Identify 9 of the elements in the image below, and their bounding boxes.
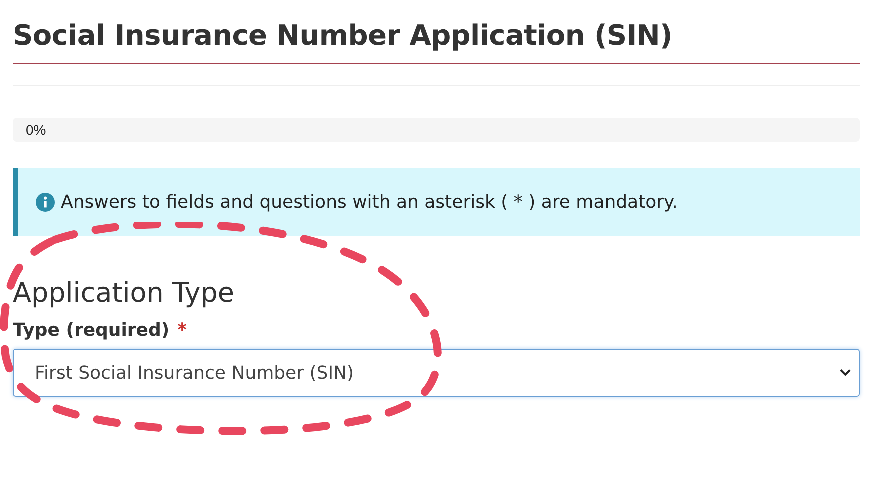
type-select[interactable]: First Social Insurance Number (SIN) [13,349,860,397]
field-label: Type (required) [13,320,170,341]
section-heading: Application Type [13,277,236,311]
alert-text: Answers to fields and questions with an asterisk ( * ) are mandatory. [61,192,678,212]
progress-reading: 0% [26,122,46,138]
page-title: Social Insurance Number Application (SIN) [13,18,860,64]
info-icon [36,192,55,212]
chevron-down-icon [840,369,851,377]
required-mark: * [178,320,188,341]
